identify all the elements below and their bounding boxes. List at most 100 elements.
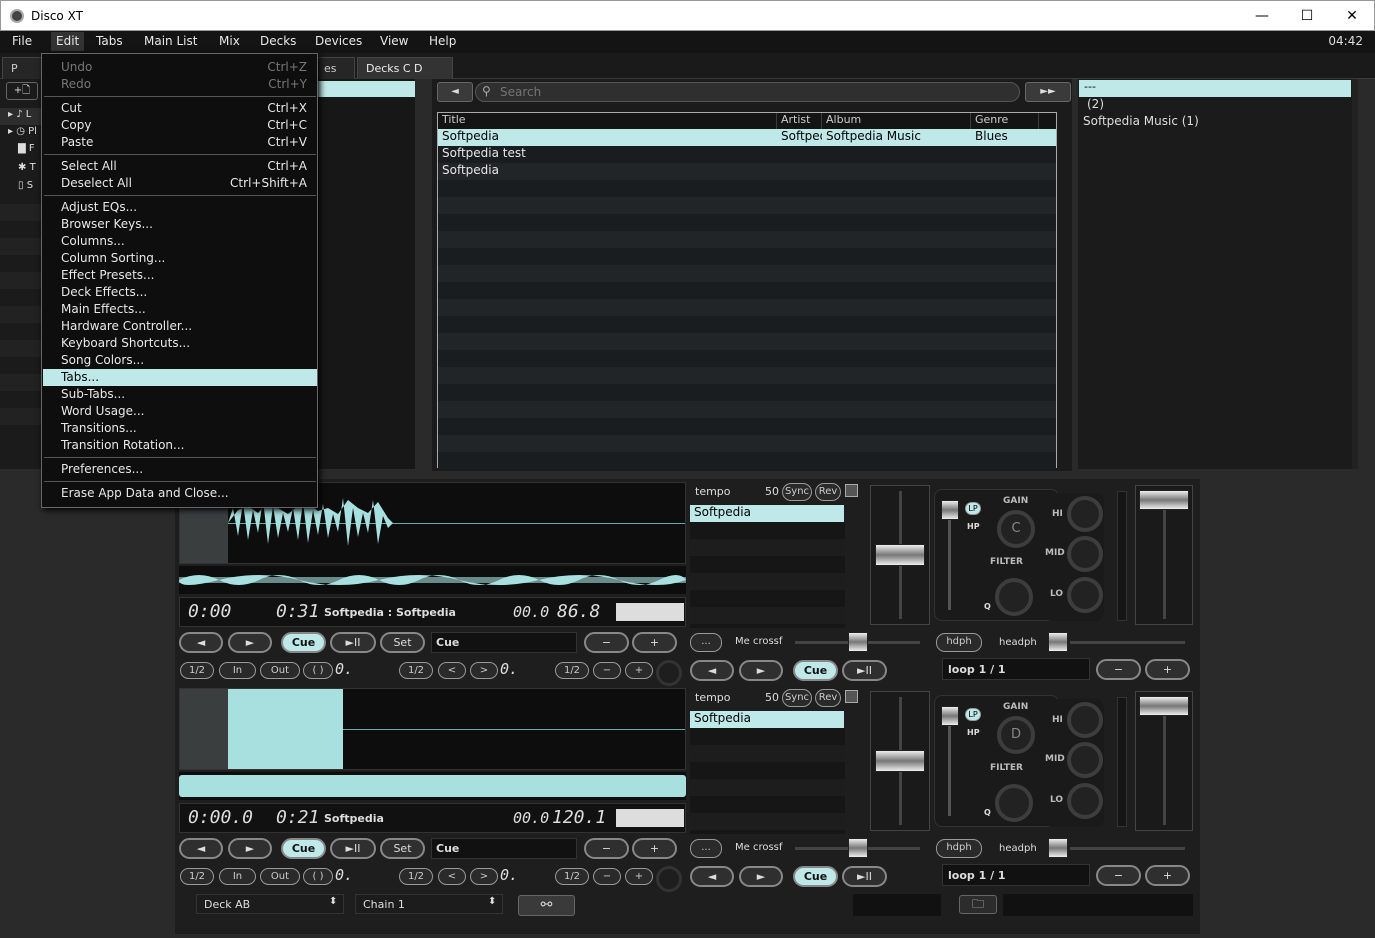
menu-item-redo[interactable]: Redo Ctrl+Y (43, 76, 317, 93)
tempo-box[interactable]: tempo 50 (690, 482, 780, 502)
crossfader-handle[interactable] (848, 838, 868, 858)
loop-in-button[interactable]: In (219, 868, 256, 885)
forward-button[interactable]: ► (228, 838, 272, 859)
hi-knob[interactable] (1067, 702, 1103, 738)
headphone-mix-handle[interactable] (1048, 838, 1068, 858)
cue-plus-button[interactable]: + (632, 838, 677, 859)
set-button[interactable]: Set (380, 632, 425, 653)
table-row[interactable]: Softpedia test (438, 146, 1056, 163)
filter-knob[interactable] (995, 578, 1033, 616)
menu-decks[interactable]: Decks (260, 34, 296, 48)
back-button[interactable]: ◄ (179, 632, 223, 653)
pitch-fader-handle[interactable] (875, 544, 925, 566)
forward-button[interactable]: ► (228, 632, 272, 653)
right-list-item[interactable]: --- (1079, 80, 1351, 97)
menu-item-preferences[interactable]: Preferences... (43, 461, 317, 478)
close-button[interactable]: ✕ (1329, 1, 1375, 31)
pitch-fader-c[interactable] (870, 485, 930, 625)
cue-select[interactable]: Cue (431, 838, 577, 859)
waveform-scroller-c[interactable] (179, 566, 686, 594)
half-button[interactable]: 1/2 (555, 662, 589, 679)
gain-knob[interactable]: C (997, 510, 1035, 548)
plus-small-button[interactable]: + (625, 662, 653, 679)
table-row[interactable]: Softpedia Softpedia Softpedia Music Blue… (438, 129, 1056, 146)
menu-item-effect-presets[interactable]: Effect Presets... (43, 267, 317, 284)
right-list-item[interactable]: Softpedia Music (1) (1083, 114, 1199, 128)
play-pause-button[interactable]: ►II (330, 632, 376, 653)
minus-small-button[interactable]: − (593, 662, 621, 679)
back-button[interactable]: ◄ (690, 660, 734, 681)
minus-small-button[interactable]: − (593, 868, 621, 885)
pitch-fader-handle[interactable] (875, 750, 925, 772)
menu-item-tabs[interactable]: Tabs... (43, 369, 317, 386)
link-icon[interactable]: ⚯ (518, 895, 575, 916)
headphone-mix-track[interactable] (1070, 641, 1185, 644)
menu-tabs[interactable]: Tabs (96, 34, 123, 48)
play-pause-button[interactable]: ►II (330, 838, 376, 859)
play-pause-button[interactable]: ►II (842, 660, 887, 681)
deck-checkbox[interactable] (845, 484, 858, 497)
back-button[interactable]: ◄ (179, 838, 223, 859)
spin-knob[interactable] (656, 866, 682, 892)
menu-item-transition-rotation[interactable]: Transition Rotation... (43, 437, 317, 454)
next-page-button[interactable]: ►► (1025, 82, 1071, 102)
loop-button[interactable]: ( ) (303, 868, 333, 885)
menu-item-song-colors[interactable]: Song Colors... (43, 352, 317, 369)
cue-button[interactable]: Cue (281, 632, 326, 653)
reverse-button[interactable]: Rev (815, 689, 841, 707)
loop-plus-button[interactable]: + (1145, 865, 1190, 886)
shift-right-button[interactable]: > (470, 662, 498, 679)
search-input[interactable] (500, 84, 1000, 100)
lo-knob[interactable] (1067, 783, 1103, 819)
half-button[interactable]: 1/2 (180, 868, 214, 885)
menu-item-keyboard-shortcuts[interactable]: Keyboard Shortcuts... (43, 335, 317, 352)
add-list-button[interactable]: +🗋 (6, 82, 38, 100)
loop-out-button[interactable]: Out (260, 868, 300, 885)
volume-fader-c[interactable] (1135, 485, 1193, 625)
filter-fader-handle[interactable] (941, 706, 959, 726)
tree-item-pl[interactable]: ▸ ◷ Pl (8, 126, 37, 137)
cue-button[interactable]: Cue (793, 866, 838, 887)
menu-item-copy[interactable]: Copy Ctrl+C (43, 117, 317, 134)
spin-knob[interactable] (656, 660, 682, 686)
headphone-mix-handle[interactable] (1048, 632, 1068, 652)
loop-out-button[interactable]: Out (260, 662, 300, 679)
tab-p[interactable]: P (2, 57, 42, 79)
more-button[interactable]: ... (690, 839, 722, 858)
cue-button[interactable]: Cue (281, 838, 326, 859)
table-row[interactable]: Softpedia (438, 163, 1056, 180)
tree-item-f[interactable]: ▇ F (18, 143, 35, 154)
deck-checkbox[interactable] (845, 690, 858, 703)
lp-button[interactable]: LP (965, 502, 981, 515)
shift-right-button[interactable]: > (470, 868, 498, 885)
sync-button[interactable]: Sync (782, 483, 812, 501)
waveform-overview-d[interactable] (179, 688, 686, 770)
tree-item-t[interactable]: ✱ T (18, 162, 36, 173)
mid-knob[interactable] (1067, 536, 1103, 572)
menu-mix[interactable]: Mix (219, 34, 240, 48)
lo-knob[interactable] (1067, 577, 1103, 613)
lp-button[interactable]: LP (965, 708, 981, 721)
cue-select[interactable]: Cue (431, 632, 577, 653)
tab-es[interactable]: es (315, 57, 355, 79)
menu-main-list[interactable]: Main List (144, 34, 197, 48)
maximize-button[interactable]: ☐ (1284, 1, 1330, 31)
prev-page-button[interactable]: ◄ (437, 82, 473, 102)
tree-item-l[interactable]: ▸ ♪ L (8, 109, 31, 120)
deck-select[interactable]: Deck AB ⬍ (196, 894, 344, 914)
sync-button[interactable]: Sync (782, 689, 812, 707)
menu-item-adjust-eqs[interactable]: Adjust EQs... (43, 199, 317, 216)
loop-minus-button[interactable]: − (1096, 659, 1141, 680)
volume-fader-d[interactable] (1135, 691, 1193, 831)
forward-button[interactable]: ► (739, 866, 783, 887)
tree-item-s[interactable]: ▯ S (18, 180, 33, 191)
headphone-mix-track[interactable] (1070, 847, 1185, 850)
tab-decks-cd[interactable]: Decks C D (357, 57, 453, 79)
half-button[interactable]: 1/2 (555, 868, 589, 885)
menu-item-cut[interactable]: Cut Ctrl+X (43, 100, 317, 117)
menu-item-sub-tabs[interactable]: Sub-Tabs... (43, 386, 317, 403)
menu-item-erase-app-data-and-close[interactable]: Erase App Data and Close... (43, 485, 317, 502)
loop-button[interactable]: ( ) (303, 662, 333, 679)
shift-left-button[interactable]: < (438, 868, 466, 885)
more-button[interactable]: ... (690, 633, 722, 652)
